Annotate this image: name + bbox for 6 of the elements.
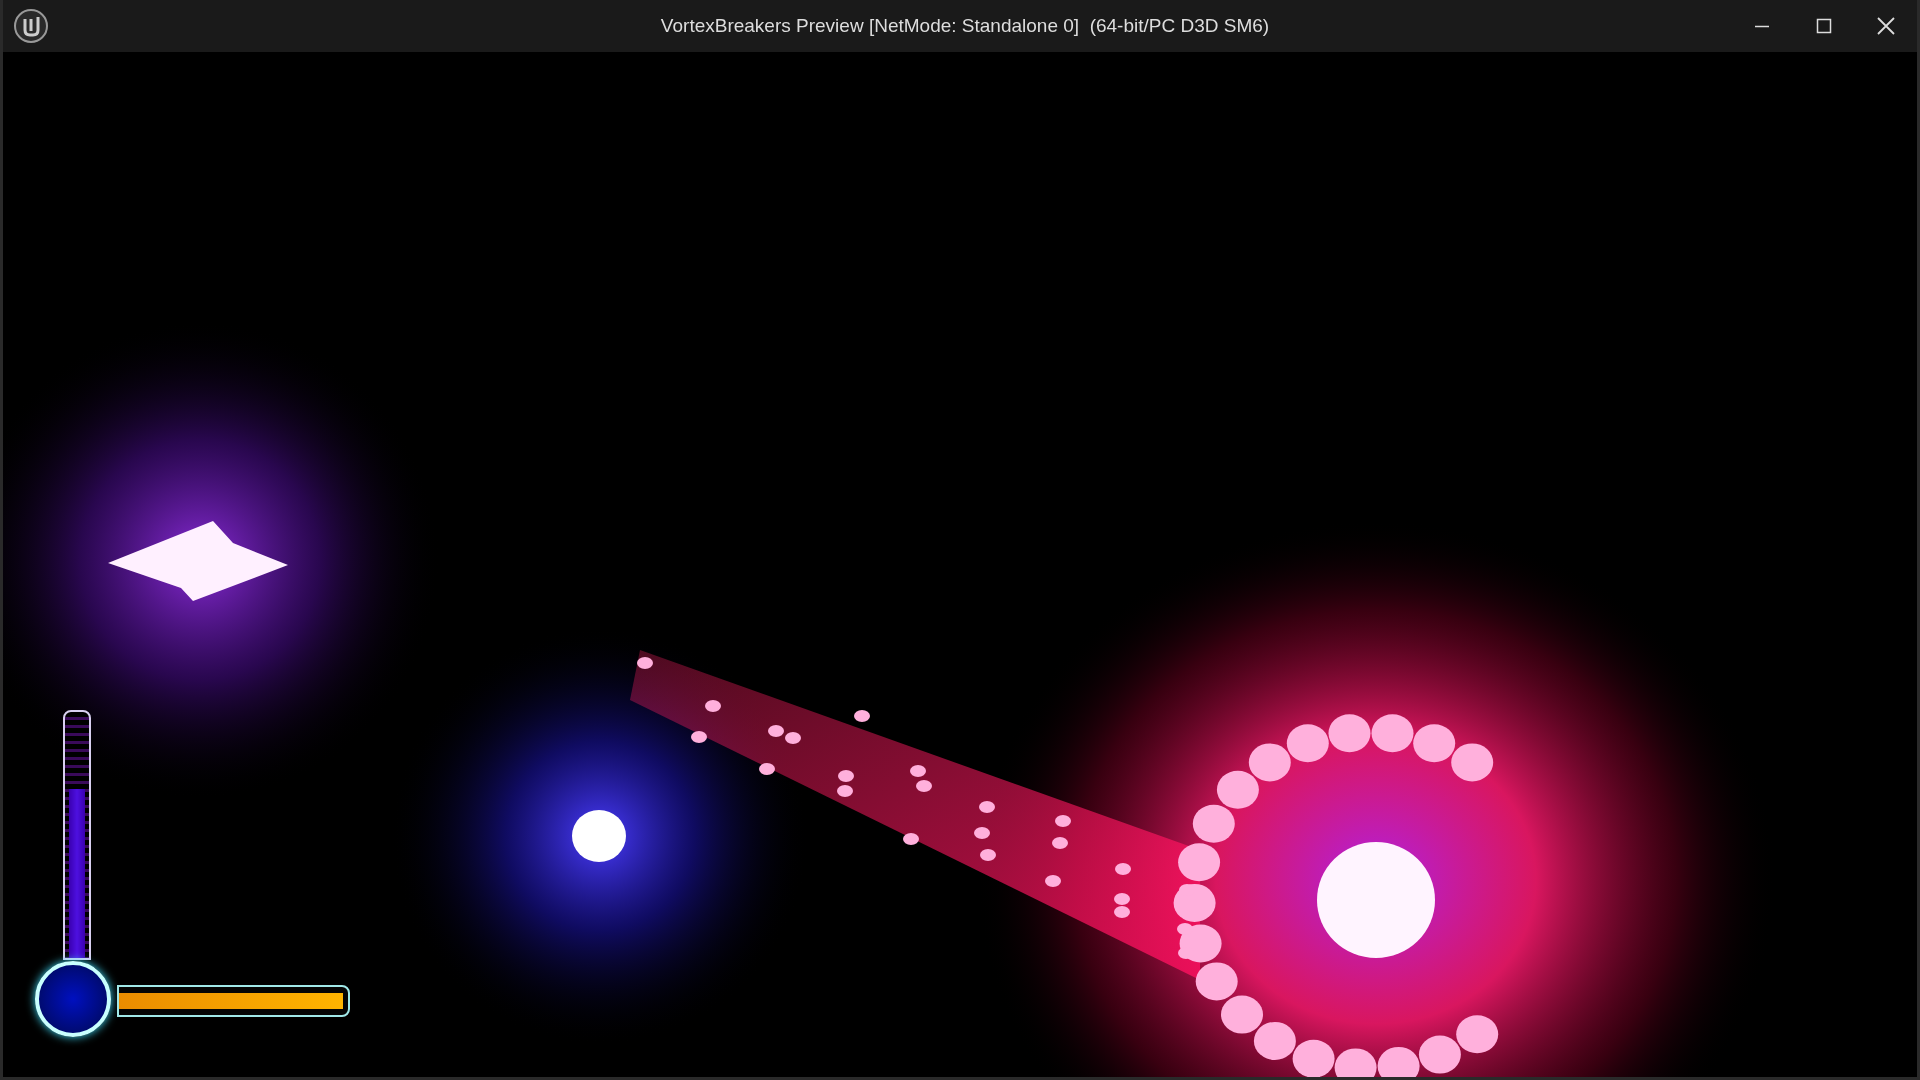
close-icon — [1877, 17, 1895, 35]
orb-icon — [35, 961, 111, 1037]
minimize-icon — [1754, 24, 1770, 28]
engine-logo-icon — [13, 8, 49, 44]
window-title: VortexBreakers Preview [NetMode: Standalone 0] (64-bit/PC D3D SM6) — [660, 15, 1270, 37]
maximize-icon — [1816, 18, 1832, 34]
